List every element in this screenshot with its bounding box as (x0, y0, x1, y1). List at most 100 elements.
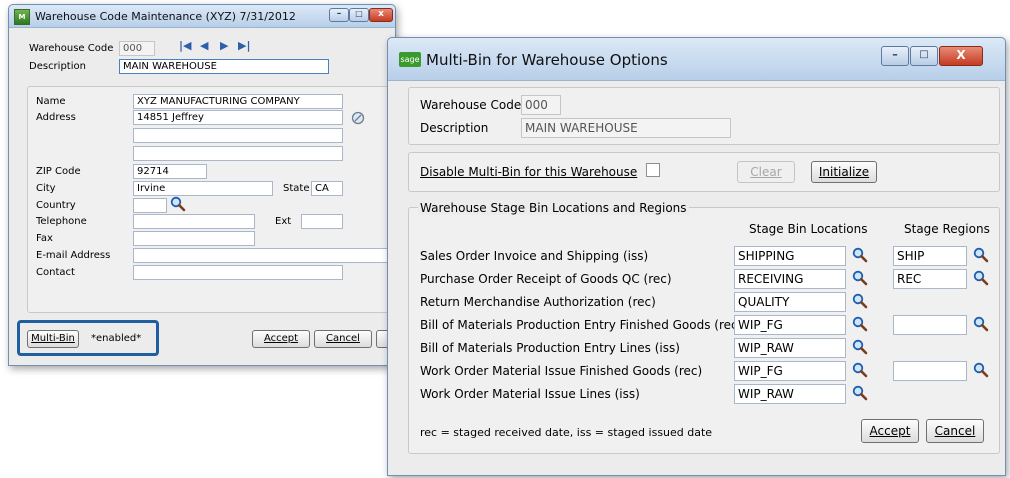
window-title: Multi-Bin for Warehouse Options (426, 51, 668, 69)
ext-field[interactable] (301, 214, 343, 229)
region-lookup-icon[interactable] (973, 316, 989, 332)
region-lookup-icon[interactable] (973, 362, 989, 378)
row-label: Work Order Material Issue Lines (iss) (420, 387, 640, 401)
stage-bin-location-field[interactable]: WIP_FG (734, 315, 846, 335)
city-field[interactable]: Irvine (133, 181, 273, 196)
region-lookup-icon[interactable] (973, 247, 989, 263)
location-lookup-icon[interactable] (852, 293, 868, 309)
last-record-icon[interactable]: ▶| (238, 39, 250, 52)
accept-label: Accept (869, 424, 911, 438)
cancel-button[interactable]: Cancel (926, 419, 984, 443)
address-line1-field[interactable]: 14851 Jeffrey (133, 110, 343, 125)
stage-bin-location-field[interactable]: SHIPPING (734, 246, 846, 266)
minimize-button[interactable]: – (329, 8, 349, 22)
minimize-button[interactable]: – (881, 46, 909, 66)
description-label: Description (29, 61, 86, 72)
app-icon: M (14, 9, 30, 25)
contact-label: Contact (36, 267, 75, 278)
location-lookup-icon[interactable] (852, 385, 868, 401)
email-label: E-mail Address (36, 250, 111, 261)
accept-button[interactable]: Accept (252, 330, 310, 348)
stage-region-field[interactable] (893, 315, 967, 335)
zip-label: ZIP Code (36, 166, 81, 177)
row-label: Sales Order Invoice and Shipping (iss) (420, 249, 649, 263)
first-record-icon[interactable]: |◀ (179, 39, 191, 52)
section-title: Warehouse Stage Bin Locations and Region… (418, 201, 689, 215)
stage-bin-location-field[interactable]: WIP_RAW (734, 384, 846, 404)
stage-bin-locations-header: Stage Bin Locations (749, 222, 868, 236)
location-lookup-icon[interactable] (852, 316, 868, 332)
country-field[interactable] (133, 198, 167, 213)
multibin-status: *enabled* (91, 333, 142, 344)
telephone-label: Telephone (36, 216, 87, 227)
contact-field[interactable] (133, 265, 343, 280)
accept-button[interactable]: Accept (861, 419, 919, 443)
initialize-label: Initialize (818, 165, 870, 179)
location-lookup-icon[interactable] (852, 270, 868, 286)
multibin-options-window: sage Multi-Bin for Warehouse Options – □… (387, 37, 1006, 476)
cancel-button[interactable]: Cancel (314, 330, 372, 348)
clear-button[interactable]: Clear (737, 161, 795, 183)
fax-field[interactable] (133, 231, 255, 246)
name-label: Name (36, 96, 66, 107)
warehouse-code-field[interactable]: 000 (521, 95, 561, 115)
window-title: Warehouse Code Maintenance (XYZ) 7/31/20… (35, 10, 296, 23)
title-bar[interactable]: sage Multi-Bin for Warehouse Options – □… (388, 38, 1005, 81)
sage-logo: sage (399, 52, 421, 67)
cancel-label: Cancel (326, 333, 360, 344)
window-body: Warehouse Code 000 |◀ ◀ ▶ ▶| Description… (9, 28, 406, 365)
region-lookup-icon[interactable] (973, 270, 989, 286)
stage-region-field[interactable] (893, 361, 967, 381)
stage-bin-location-field[interactable]: QUALITY (734, 292, 846, 312)
name-field[interactable]: XYZ MANUFACTURING COMPANY (133, 94, 343, 109)
row-label: Purchase Order Receipt of Goods QC (rec) (420, 272, 672, 286)
country-label: Country (36, 200, 76, 211)
address-label: Address (36, 112, 76, 123)
row-label: Bill of Materials Production Entry Lines… (420, 341, 680, 355)
map-icon[interactable] (350, 110, 366, 126)
telephone-field[interactable] (133, 214, 255, 229)
cancel-label: Cancel (934, 424, 976, 438)
description-field[interactable]: MAIN WAREHOUSE (521, 118, 731, 138)
warehouse-code-label: Warehouse Code (29, 43, 114, 54)
multibin-button[interactable]: Multi-Bin (27, 330, 79, 348)
stage-bin-location-field[interactable]: WIP_FG (734, 361, 846, 381)
close-button[interactable]: x (369, 8, 393, 22)
row-label: Return Merchandise Authorization (rec) (420, 295, 656, 309)
disable-multibin-label: Disable Multi-Bin for this Warehouse (420, 165, 638, 179)
stage-region-field[interactable]: SHIP (893, 246, 967, 266)
state-field[interactable]: CA (311, 181, 343, 196)
stage-bin-location-field[interactable]: WIP_RAW (734, 338, 846, 358)
address-line3-field[interactable] (133, 146, 343, 161)
next-record-icon[interactable]: ▶ (220, 39, 228, 52)
city-label: City (36, 183, 56, 194)
location-lookup-icon[interactable] (852, 247, 868, 263)
description-field[interactable]: MAIN WAREHOUSE (119, 59, 329, 74)
location-lookup-icon[interactable] (852, 362, 868, 378)
stage-region-field[interactable]: REC (893, 269, 967, 289)
description-label: Description (420, 121, 489, 135)
fax-label: Fax (36, 233, 53, 244)
row-label: Work Order Material Issue Finished Goods… (420, 364, 703, 378)
email-field[interactable] (133, 248, 393, 263)
window-body: Warehouse Code 000 Description MAIN WARE… (388, 81, 1005, 475)
maximize-button[interactable]: □ (910, 46, 938, 66)
close-button[interactable]: X (939, 46, 983, 66)
location-lookup-icon[interactable] (852, 339, 868, 355)
country-lookup-icon[interactable] (170, 196, 186, 212)
ext-label: Ext (275, 216, 292, 227)
initialize-button[interactable]: Initialize (811, 161, 877, 183)
address-line2-field[interactable] (133, 128, 343, 143)
title-bar[interactable]: M Warehouse Code Maintenance (XYZ) 7/31/… (9, 5, 395, 28)
zip-field[interactable]: 92714 (133, 164, 207, 179)
warehouse-code-field[interactable]: 000 (119, 41, 155, 56)
stage-regions-header: Stage Regions (904, 222, 990, 236)
stage-bin-location-field[interactable]: RECEIVING (734, 269, 846, 289)
row-label: Bill of Materials Production Entry Finis… (420, 318, 743, 332)
previous-record-icon[interactable]: ◀ (200, 39, 208, 52)
maximize-button[interactable]: □ (349, 8, 369, 22)
accept-label: Accept (263, 333, 299, 344)
state-label: State (283, 183, 310, 194)
disable-multibin-checkbox[interactable] (646, 163, 660, 177)
legend-text: rec = staged received date, iss = staged… (420, 426, 713, 439)
